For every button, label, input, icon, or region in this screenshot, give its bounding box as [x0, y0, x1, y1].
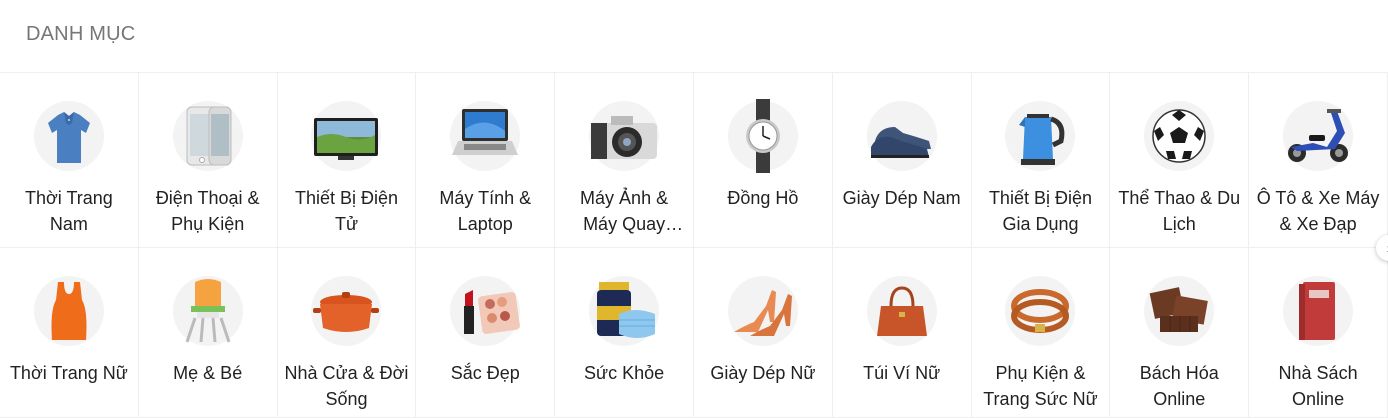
category-item-thiet-bi-dien-tu[interactable]: Thiết Bị Điện Tử	[277, 73, 417, 248]
section-title: DANH MỤC	[26, 22, 136, 45]
category-label: Ô Tô & Xe Máy & Xe Đạp	[1256, 188, 1380, 234]
category-label: Máy Tính & Laptop	[439, 188, 532, 234]
category-item-dien-thoai-phu-kien[interactable]: Điện Thoại & Phụ Kiện	[138, 73, 278, 248]
handbag-icon	[866, 276, 937, 346]
tank-top-icon	[33, 276, 104, 346]
category-label: Sức Khỏe	[584, 363, 665, 383]
category-label: Bách Hóa Online	[1139, 363, 1219, 409]
electric-kettle-icon	[1005, 101, 1076, 171]
category-label: Sắc Đẹp	[450, 363, 520, 383]
category-label: Thể Thao & Du Lịch	[1118, 188, 1241, 234]
category-item-phu-kien-trang-suc-nu[interactable]: Phụ Kiện & Trang Sức Nữ	[971, 248, 1111, 418]
high-heels-icon	[727, 276, 798, 346]
category-item-giay-dep-nu[interactable]: Giày Dép Nữ	[693, 248, 833, 418]
category-item-thoi-trang-nam[interactable]: Thời Trang Nam	[0, 73, 139, 248]
wristwatch-icon	[727, 99, 798, 173]
category-label: Thời Trang Nam	[24, 188, 113, 234]
category-item-o-to-xe-may-xe-dap[interactable]: Ô Tô & Xe Máy & Xe Đạp	[1249, 73, 1388, 248]
category-header: DANH MỤC	[0, 0, 1388, 73]
category-item-nha-cua-doi-song[interactable]: Nhà Cửa & Đời Sống	[277, 248, 417, 418]
category-item-may-anh-may-quay-phim[interactable]: Máy Ảnh & Máy Quay Phim	[555, 73, 694, 248]
vitamin-mask-icon	[589, 276, 660, 346]
makeup-palette-icon	[450, 276, 521, 346]
leather-bracelet-icon	[1005, 276, 1076, 346]
category-item-tui-vi-nu[interactable]: Túi Ví Nữ	[832, 248, 972, 418]
polo-shirt-icon	[33, 101, 104, 171]
category-label: Phụ Kiện & Trang Sức Nữ	[983, 363, 1098, 409]
category-label: Thời Trang Nữ	[9, 363, 128, 383]
television-icon	[311, 101, 382, 171]
scooter-icon	[1283, 101, 1354, 171]
category-label: Thiết Bị Điện Tử	[294, 188, 398, 234]
camera-icon	[589, 101, 660, 171]
category-item-dong-ho[interactable]: Đồng Hồ	[693, 73, 833, 248]
category-label: Thiết Bị Điện Gia Dụng	[988, 188, 1092, 234]
category-label: Đồng Hồ	[727, 188, 799, 208]
category-label: Giày Dép Nam	[842, 188, 961, 208]
category-grid: Thời Trang Nam Điện Thoại & Phụ Kiện Thi	[0, 73, 1388, 418]
smartphone-icon	[172, 101, 243, 171]
category-item-bach-hoa-online[interactable]: Bách Hóa Online	[1110, 248, 1250, 418]
category-label: Mẹ & Bé	[173, 363, 243, 383]
category-label: Nhà Sách Online	[1278, 363, 1358, 409]
baby-high-chair-icon	[172, 276, 243, 346]
category-label: Túi Ví Nữ	[863, 363, 941, 383]
men-shoe-icon	[866, 101, 937, 171]
soccer-ball-icon	[1144, 101, 1215, 171]
category-item-may-tinh-laptop[interactable]: Máy Tính & Laptop	[416, 73, 556, 248]
category-label: Điện Thoại & Phụ Kiện	[155, 188, 260, 234]
category-item-nha-sach-online[interactable]: Nhà Sách Online	[1249, 248, 1388, 418]
category-label: Máy Ảnh & Máy Quay Phim	[580, 188, 669, 234]
laptop-icon	[450, 101, 521, 171]
cooking-pot-icon	[311, 276, 382, 346]
category-item-sac-dep[interactable]: Sắc Đẹp	[416, 248, 556, 418]
book-icon	[1283, 276, 1354, 346]
category-item-thiet-bi-dien-gia-dung[interactable]: Thiết Bị Điện Gia Dụng	[971, 73, 1111, 248]
category-item-the-thao-du-lich[interactable]: Thể Thao & Du Lịch	[1110, 73, 1250, 248]
category-label: Giày Dép Nữ	[710, 363, 816, 383]
category-item-giay-dep-nam[interactable]: Giày Dép Nam	[832, 73, 972, 248]
category-item-me-be[interactable]: Mẹ & Bé	[138, 248, 278, 418]
chocolate-icon	[1144, 276, 1215, 346]
category-label: Nhà Cửa & Đời Sống	[284, 363, 409, 409]
category-item-suc-khoe[interactable]: Sức Khỏe	[555, 248, 694, 418]
category-item-thoi-trang-nu[interactable]: Thời Trang Nữ	[0, 248, 139, 418]
